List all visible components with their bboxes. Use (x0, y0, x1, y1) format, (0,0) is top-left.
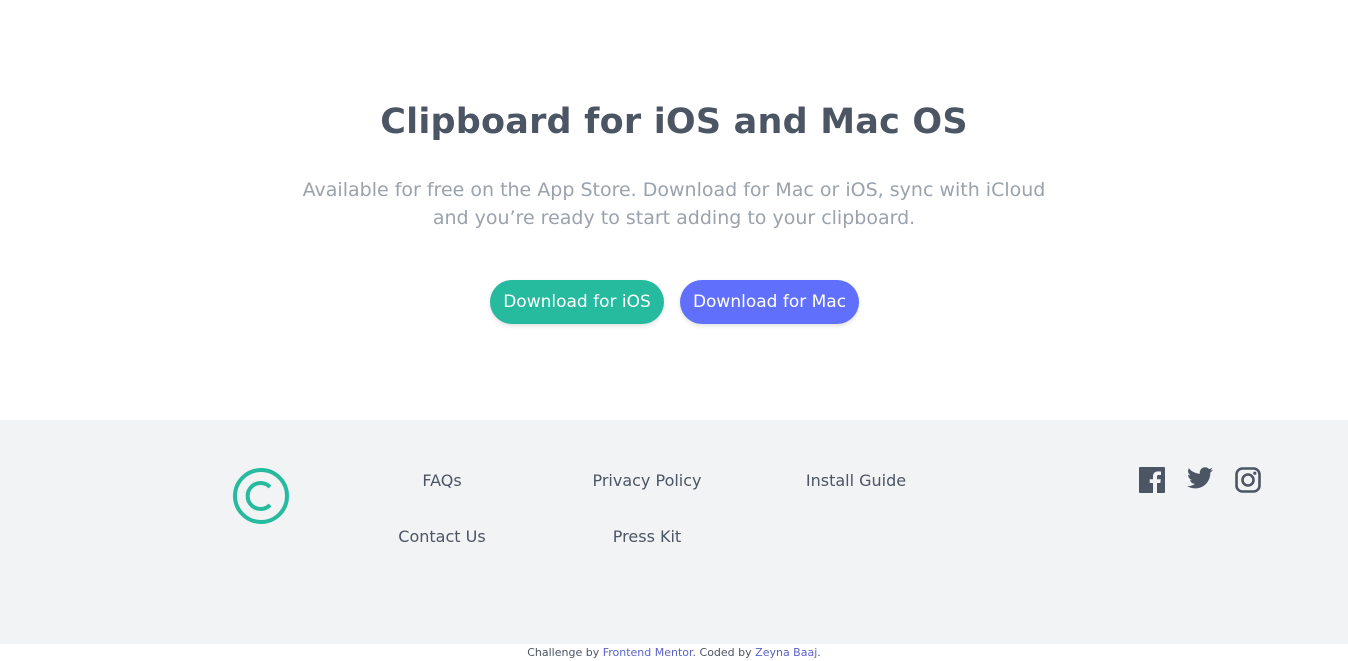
copyright-icon[interactable] (232, 467, 290, 525)
footer-link-install-guide[interactable]: Install Guide (796, 471, 916, 490)
author-link[interactable]: Zeyna Baaj (755, 646, 817, 659)
download-ios-button[interactable]: Download for iOS (490, 280, 664, 324)
footer-link-press-kit[interactable]: Press Kit (597, 527, 697, 546)
facebook-icon[interactable] (1139, 467, 1165, 493)
instagram-icon[interactable] (1235, 467, 1261, 493)
hero-description: Available for free on the App Store. Dow… (302, 179, 1046, 229)
attribution-middle: . Coded by (692, 646, 756, 659)
hero-section: Clipboard for iOS and Mac OS Available f… (0, 0, 1348, 420)
download-mac-button[interactable]: Download for Mac (680, 280, 859, 324)
attribution-prefix: Challenge by (527, 646, 603, 659)
hero-title: Clipboard for iOS and Mac OS (380, 102, 968, 142)
frontend-mentor-link[interactable]: Frontend Mentor (603, 646, 693, 659)
footer-link-contact-us[interactable]: Contact Us (387, 527, 497, 546)
footer-link-faqs[interactable]: FAQs (392, 471, 492, 490)
attribution-suffix: . (817, 646, 821, 659)
attribution: Challenge by Frontend Mentor. Coded by Z… (0, 646, 1348, 659)
twitter-icon[interactable] (1187, 467, 1213, 493)
footer-link-privacy-policy[interactable]: Privacy Policy (582, 471, 712, 490)
